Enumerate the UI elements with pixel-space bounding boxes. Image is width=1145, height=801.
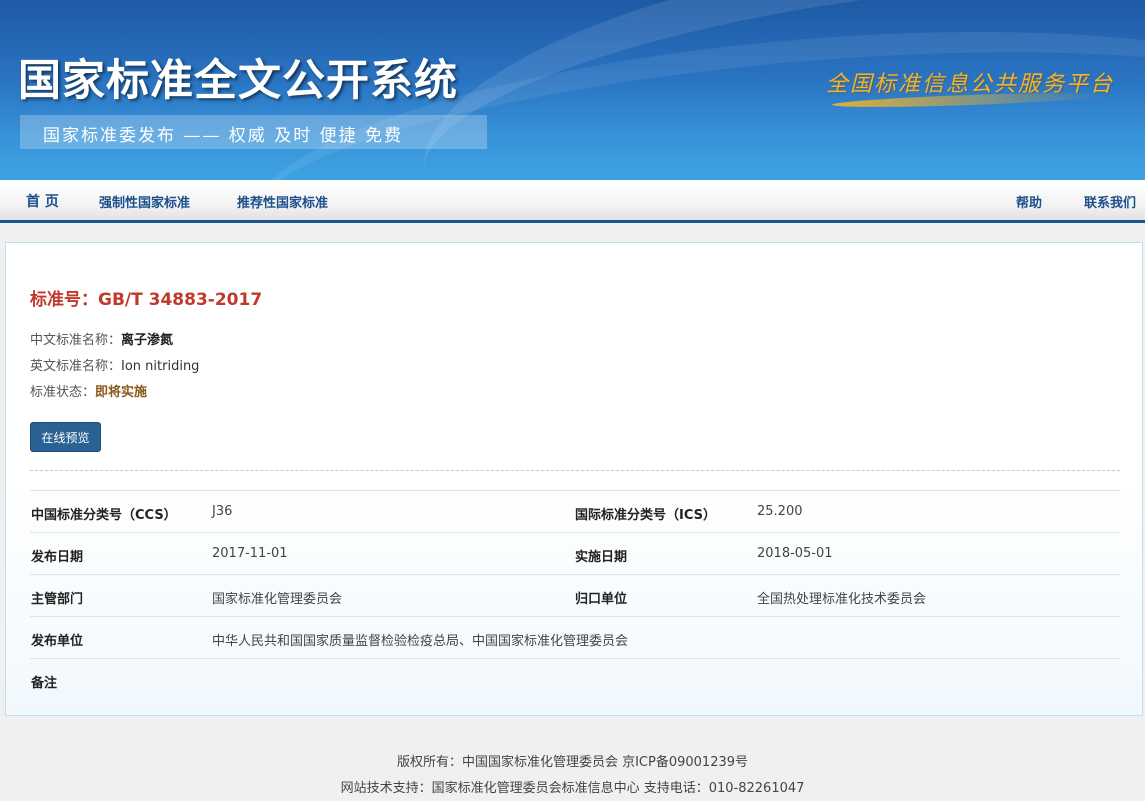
implement-date-label: 实施日期	[575, 550, 628, 565]
footer-support: 网站技术支持：国家标准化管理委员会标准信息中心 支持电话：010-8226104…	[340, 781, 805, 796]
nav-mandatory-standards-link[interactable]: 强制性国家标准	[99, 192, 190, 211]
implement-date-value: 2018-05-01	[757, 546, 833, 561]
publisher-value: 中华人民共和国国家质量监督检验检疫总局、中国国家标准化管理委员会	[212, 634, 629, 649]
nav-help-link[interactable]: 帮助	[1016, 192, 1042, 211]
footer-copyright: 版权所有：中国国家标准化管理委员会 京ICP备09001239号	[396, 755, 749, 770]
publish-date-label: 发布日期	[31, 550, 84, 565]
main-nav: 首 页 强制性国家标准 推荐性国家标准 帮助 联系我们	[0, 180, 1145, 223]
remarks-label: 备注	[31, 676, 58, 691]
standard-details-table: 中国标准分类号（CCS） J36 国际标准分类号（ICS） 25.200 发布日…	[30, 490, 1120, 700]
nav-recommended-standards-link[interactable]: 推荐性国家标准	[237, 192, 328, 211]
status-value: 即将实施	[95, 385, 148, 400]
section-divider	[30, 470, 1120, 471]
banner-subtitle: 国家标准委发布 —— 权威 及时 便捷 免费	[43, 126, 404, 146]
ccs-label: 中国标准分类号（CCS）	[31, 508, 177, 523]
technical-committee-value: 全国热处理标准化技术委员会	[757, 592, 927, 607]
table-row: 发布单位 中华人民共和国国家质量监督检验检疫总局、中国国家标准化管理委员会	[30, 616, 1120, 658]
publisher-label: 发布单位	[31, 634, 84, 649]
nav-contact-link[interactable]: 联系我们	[1084, 192, 1136, 211]
online-preview-button[interactable]: 在线预览	[30, 422, 101, 452]
table-row: 备注	[30, 658, 1120, 700]
ics-label: 国际标准分类号（ICS）	[575, 508, 716, 523]
ccs-value: J36	[212, 504, 233, 519]
cn-name-label: 中文标准名称：	[30, 333, 122, 348]
standard-detail-panel: 标准号：GB/T 34883-2017 中文标准名称：离子渗氮 英文标准名称：I…	[5, 242, 1143, 716]
status-row: 标准状态：即将实施	[30, 381, 147, 400]
nav-home-link[interactable]: 首 页	[26, 191, 59, 211]
authority-value: 国家标准化管理委员会	[212, 592, 343, 607]
table-row: 主管部门 国家标准化管理委员会 归口单位 全国热处理标准化技术委员会	[30, 574, 1120, 616]
table-row: 中国标准分类号（CCS） J36 国际标准分类号（ICS） 25.200	[30, 490, 1120, 532]
site-title: 国家标准全文公开系统	[18, 56, 458, 106]
en-name-label: 英文标准名称：	[30, 359, 122, 374]
standard-number: 标准号：GB/T 34883-2017	[30, 290, 263, 310]
cn-name-row: 中文标准名称：离子渗氮	[30, 329, 173, 348]
en-name-row: 英文标准名称：Ion nitriding	[30, 355, 199, 374]
banner-subtitle-bar: 国家标准委发布 —— 权威 及时 便捷 免费	[20, 115, 487, 149]
authority-label: 主管部门	[31, 592, 84, 607]
status-label: 标准状态：	[30, 385, 96, 400]
ics-value: 25.200	[757, 504, 803, 519]
en-name-value: Ion nitriding	[121, 359, 200, 374]
cn-name-value: 离子渗氮	[121, 333, 174, 348]
technical-committee-label: 归口单位	[575, 592, 628, 607]
table-row: 发布日期 2017-11-01 实施日期 2018-05-01	[30, 532, 1120, 574]
header-banner: 国家标准全文公开系统 国家标准委发布 —— 权威 及时 便捷 免费 全国标准信息…	[0, 0, 1145, 180]
publish-date-value: 2017-11-01	[212, 546, 288, 561]
